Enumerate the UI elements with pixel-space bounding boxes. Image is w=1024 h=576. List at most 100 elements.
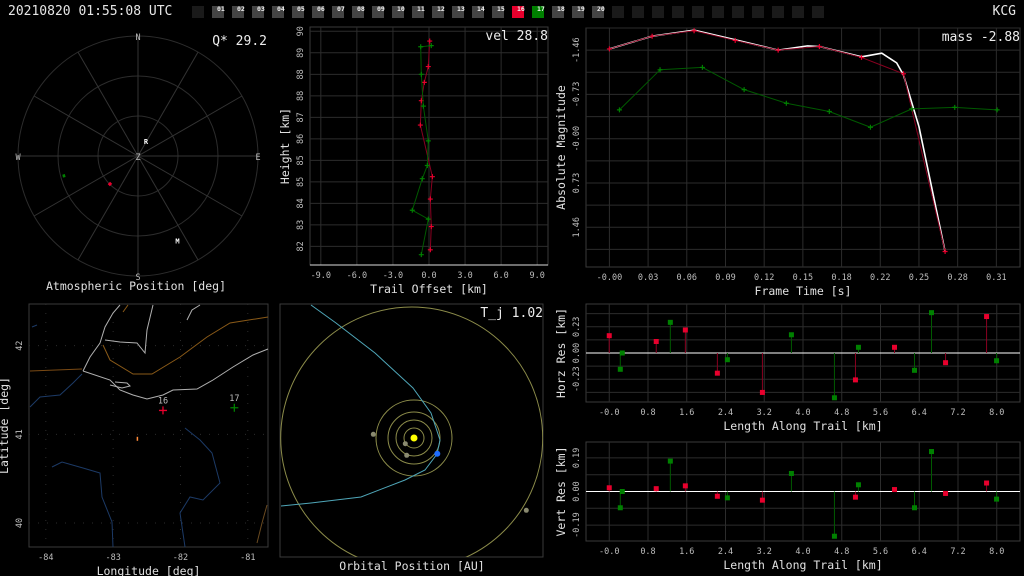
station-label: 19 <box>577 5 585 13</box>
residual-point-16 <box>759 389 765 395</box>
y-tick-label: -0.00 <box>572 126 582 152</box>
chart-annotation: Q* 29.2 <box>212 34 267 49</box>
station-button[interactable]: 13 <box>452 5 465 18</box>
station-button[interactable]: 14 <box>472 5 485 18</box>
plot-frame <box>28 303 269 548</box>
magnitude-point-17 <box>994 107 1000 113</box>
station-button[interactable] <box>812 6 824 18</box>
orbit-chart: T_j 1.02 Orbital Position [AU] <box>279 303 544 573</box>
station-button[interactable] <box>712 6 724 18</box>
x-tick-label: 4.8 <box>834 408 849 418</box>
station-button[interactable]: 06 <box>312 5 325 18</box>
river <box>29 373 83 408</box>
x-tick-label: 0.22 <box>870 273 890 283</box>
station-button[interactable]: 16 <box>512 5 525 18</box>
y-axis-label: Horz Res [km] <box>554 308 568 398</box>
station-button[interactable] <box>672 6 684 18</box>
station-marker-label: 16 <box>158 396 168 406</box>
x-tick-label: 6.4 <box>912 547 927 557</box>
station-button[interactable]: 01 <box>212 5 225 18</box>
coastline <box>186 304 201 321</box>
x-tick-label: 8.0 <box>989 408 1004 418</box>
meteor-dashboard: 01 02 03 04 05 06 07 08 09 10 11 12 13 14 15 16 17 18 19 20… <box>0 5 1021 576</box>
x-tick-label: 8.0 <box>989 547 1004 557</box>
trail-point-16 <box>425 64 431 70</box>
station-button[interactable] <box>692 6 704 18</box>
station-label: 18 <box>557 5 565 13</box>
y-axis-label: Height [km] <box>278 108 292 184</box>
station-button[interactable]: 05 <box>292 5 305 18</box>
y-tick-label: 88 <box>296 69 306 79</box>
x-tick-label: -0.0 <box>599 408 619 418</box>
trail-point-17 <box>425 216 431 222</box>
station-button[interactable] <box>772 6 784 18</box>
sky-marker-M: M <box>175 238 179 246</box>
station-button[interactable]: 19 <box>572 5 585 18</box>
y-tick-label: 82 <box>296 241 306 251</box>
y-axis-label: Vert Res [km] <box>554 446 568 536</box>
station-label: 09 <box>377 5 385 13</box>
y-tick-label: -0.19 <box>572 512 582 538</box>
station-box <box>712 6 724 18</box>
residual-point-17 <box>855 344 861 350</box>
planet <box>404 452 410 458</box>
station-button[interactable]: 08 <box>352 5 365 18</box>
station-button[interactable]: 11 <box>412 5 425 18</box>
station-button[interactable]: 03 <box>252 5 265 18</box>
residual-point-17 <box>617 366 623 372</box>
station-button[interactable]: 20 <box>592 5 605 18</box>
residual-point-16 <box>943 360 949 366</box>
planet <box>402 441 408 447</box>
trail-point-16 <box>417 122 423 128</box>
station-button[interactable]: 15 <box>492 5 505 18</box>
x-tick-label: 3.0 <box>457 271 472 281</box>
x-tick-label: -0.0 <box>599 547 619 557</box>
x-tick-label: 0.31 <box>986 273 1006 283</box>
station-marker-16 <box>158 406 167 415</box>
station-button[interactable]: 12 <box>432 5 445 18</box>
station-button[interactable]: 09 <box>372 5 385 18</box>
y-tick-label: 89 <box>296 48 306 58</box>
residual-point-17 <box>617 505 623 511</box>
x-tick-label: 0.28 <box>947 273 967 283</box>
station-button[interactable]: 04 <box>272 5 285 18</box>
station-button[interactable]: 18 <box>552 5 565 18</box>
x-tick-label: 3.2 <box>757 408 772 418</box>
station-button[interactable]: 02 <box>232 5 245 18</box>
residual-point-17 <box>855 482 861 488</box>
coastline <box>82 304 121 372</box>
station-label: 16 <box>517 5 525 13</box>
station-label: 07 <box>337 5 345 13</box>
trail-point-17 <box>419 176 425 182</box>
station-box <box>612 6 624 18</box>
x-tick-label: 5.6 <box>873 547 888 557</box>
station-button[interactable]: 10 <box>392 5 405 18</box>
trail-point-17 <box>418 44 424 50</box>
station-label: 03 <box>257 5 265 13</box>
river <box>51 461 114 548</box>
y-axis-label: Absolute Magnitude <box>554 85 568 210</box>
x-tick-label: -82 <box>173 553 188 563</box>
residual-point-17 <box>619 489 625 494</box>
station-box <box>632 6 644 18</box>
station-button[interactable] <box>732 6 744 18</box>
station-label: 05 <box>297 5 305 13</box>
station-label: 17 <box>537 5 545 13</box>
station-button[interactable]: 17 <box>532 5 545 18</box>
station-button[interactable] <box>752 6 764 18</box>
trail-point-17 <box>418 252 424 258</box>
station-button[interactable] <box>192 6 204 18</box>
station-button[interactable]: 07 <box>332 5 345 18</box>
station-button[interactable] <box>632 6 644 18</box>
station-button[interactable] <box>652 6 664 18</box>
residual-point-17 <box>929 449 935 455</box>
x-tick-label: 9.0 <box>530 271 545 281</box>
station-button[interactable] <box>612 6 624 18</box>
magnitude-line-16 <box>609 30 946 252</box>
magnitude-point-16 <box>649 33 655 39</box>
magnitude-point-17 <box>699 64 705 70</box>
station-button[interactable] <box>792 6 804 18</box>
plot-frame <box>279 303 544 558</box>
x-tick-label: 4.0 <box>795 547 810 557</box>
x-axis-label: Frame Time [s] <box>755 284 852 298</box>
